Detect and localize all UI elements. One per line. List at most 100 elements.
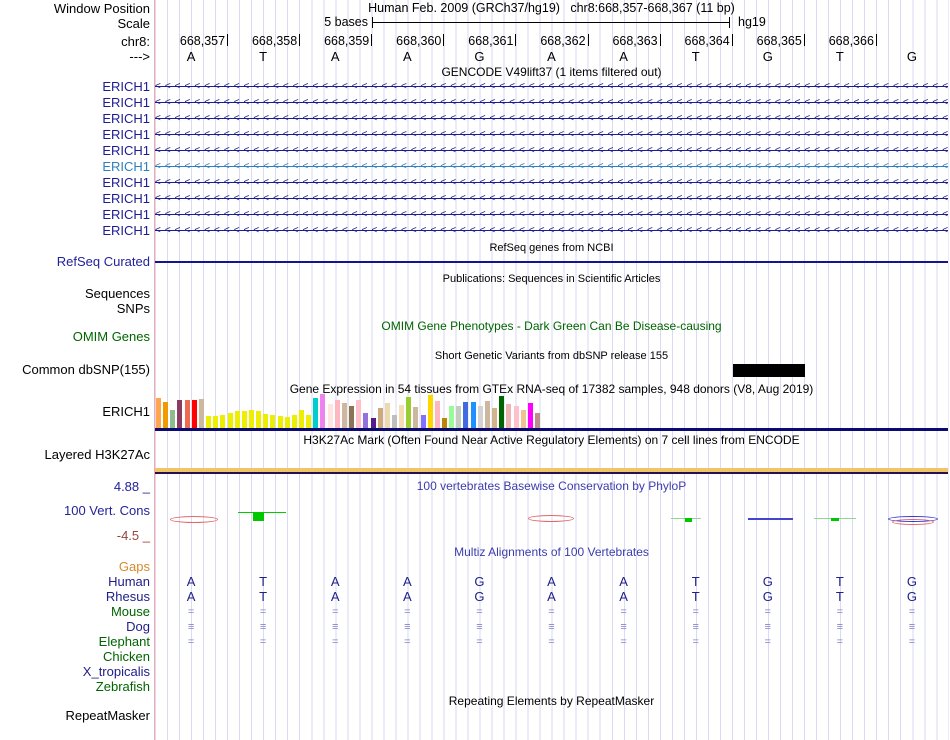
gencode-gene-label[interactable]: ERICH1 <box>0 160 150 174</box>
refseq-track-title[interactable]: RefSeq genes from NCBI <box>155 242 948 255</box>
gtex-tissue-bar <box>313 398 319 428</box>
gencode-gene-label[interactable]: ERICH1 <box>0 112 150 126</box>
gencode-gene-label[interactable]: ERICH1 <box>0 224 150 238</box>
reference-base: T <box>691 49 700 64</box>
gtex-tissue-bar <box>263 414 269 428</box>
publications-snps-label[interactable]: SNPs <box>0 302 150 316</box>
gencode-gene-transcript[interactable]: <<<<<<<<<<<<<<<<<<<<<<<<<<<<<<<<<<<<<<<<… <box>155 224 948 238</box>
gencode-gene-label[interactable]: ERICH1 <box>0 208 150 222</box>
gtex-tissue-bar <box>434 401 440 428</box>
ruler-coordinate: 668,361 <box>468 34 514 48</box>
gencode-gene-label[interactable]: ERICH1 <box>0 176 150 190</box>
gencode-gene-transcript[interactable]: <<<<<<<<<<<<<<<<<<<<<<<<<<<<<<<<<<<<<<<<… <box>155 96 948 110</box>
multiz-gap-symbol: = <box>332 636 339 648</box>
gtex-tissue-bar <box>184 400 190 428</box>
multiz-gap-symbol: = <box>548 636 555 648</box>
gencode-gene-label[interactable]: ERICH1 <box>0 128 150 142</box>
gencode-gene-label[interactable]: ERICH1 <box>0 144 150 158</box>
publications-sequences-label[interactable]: Sequences <box>0 287 150 301</box>
gtex-baseline <box>155 428 948 431</box>
h3k27ac-track-title[interactable]: H3K27Ac Mark (Often Found Near Active Re… <box>155 434 948 447</box>
gencode-gene-transcript[interactable]: <<<<<<<<<<<<<<<<<<<<<<<<<<<<<<<<<<<<<<<<… <box>155 80 948 94</box>
gtex-tissue-bar <box>356 400 362 428</box>
gencode-gene-transcript[interactable]: <<<<<<<<<<<<<<<<<<<<<<<<<<<<<<<<<<<<<<<<… <box>155 112 948 126</box>
phylop-track-title[interactable]: 100 vertebrates Basewise Conservation by… <box>155 480 948 493</box>
multiz-species-label[interactable]: Elephant <box>0 635 150 649</box>
phylop-positive-bar <box>253 512 264 521</box>
gencode-gene-transcript[interactable]: <<<<<<<<<<<<<<<<<<<<<<<<<<<<<<<<<<<<<<<<… <box>155 192 948 206</box>
repeatmasker-track-title[interactable]: Repeating Elements by RepeatMasker <box>155 695 948 708</box>
gencode-gene-label[interactable]: ERICH1 <box>0 96 150 110</box>
gtex-tissue-bar <box>413 407 419 428</box>
multiz-aligned-base: G <box>906 574 918 589</box>
multiz-gaps-label[interactable]: Gaps <box>0 560 150 574</box>
gtex-tissue-bar <box>463 402 469 428</box>
multiz-aligned-base: A <box>619 589 628 604</box>
gencode-gene-transcript[interactable]: <<<<<<<<<<<<<<<<<<<<<<<<<<<<<<<<<<<<<<<<… <box>155 208 948 222</box>
gtex-tissue-bar <box>234 411 240 428</box>
multiz-gap-symbol: = <box>908 636 916 648</box>
phylop-zero-line-segment <box>748 518 793 520</box>
gencode-gene-label[interactable]: ERICH1 <box>0 80 150 94</box>
scale-bar-left-tick <box>372 17 373 28</box>
multiz-gap-symbol: ≡ <box>404 621 411 633</box>
omim-track-title[interactable]: OMIM Gene Phenotypes - Dark Green Can Be… <box>155 320 948 333</box>
multiz-species-label[interactable]: Chicken <box>0 650 150 664</box>
multiz-species-label[interactable]: Rhesus <box>0 590 150 604</box>
gtex-tissue-bar <box>241 411 247 428</box>
gtex-tissue-bar <box>506 404 512 428</box>
multiz-species-label[interactable]: Dog <box>0 620 150 634</box>
multiz-gap-symbol: = <box>404 606 411 618</box>
multiz-gap-symbol: = <box>259 636 267 648</box>
gtex-gene-label[interactable]: ERICH1 <box>0 405 150 419</box>
gencode-gene-label[interactable]: ERICH1 <box>0 192 150 206</box>
reverse-strand-chevrons: <<<<<<<<<<<<<<<<<<<<<<<<<<<<<<<<<<<<<<<<… <box>155 145 948 156</box>
omim-genes-label[interactable]: OMIM Genes <box>0 330 150 344</box>
multiz-species-label[interactable]: X_tropicalis <box>0 665 150 679</box>
gtex-tissue-bar <box>477 406 483 428</box>
reverse-strand-chevrons: <<<<<<<<<<<<<<<<<<<<<<<<<<<<<<<<<<<<<<<<… <box>155 225 948 236</box>
gtex-tissue-bar <box>499 396 505 428</box>
gtex-tissue-bar <box>277 416 283 428</box>
gencode-gene-transcript[interactable]: <<<<<<<<<<<<<<<<<<<<<<<<<<<<<<<<<<<<<<<<… <box>155 160 948 174</box>
gtex-tissue-bar <box>520 410 526 428</box>
phylop-track-label[interactable]: 100 Vert. Cons <box>0 504 150 518</box>
refseq-curated-label[interactable]: RefSeq Curated <box>0 255 150 269</box>
multiz-aligned-base: A <box>547 574 556 589</box>
multiz-aligned-base: T <box>835 589 844 604</box>
gtex-tissue-bar <box>377 408 383 428</box>
gtex-tissue-bar <box>198 399 204 428</box>
repeatmasker-track-label[interactable]: RepeatMasker <box>0 709 150 723</box>
gencode-gene-transcript[interactable]: <<<<<<<<<<<<<<<<<<<<<<<<<<<<<<<<<<<<<<<<… <box>155 176 948 190</box>
dbsnp-track-title[interactable]: Short Genetic Variants from dbSNP releas… <box>155 350 948 363</box>
multiz-aligned-base: A <box>402 574 412 589</box>
gtex-tissue-bar <box>456 406 462 428</box>
multiz-gap-symbol: ≡ <box>548 621 555 633</box>
multiz-species-label[interactable]: Human <box>0 575 150 589</box>
gtex-tissue-bar <box>156 398 161 428</box>
gtex-tissue-bar <box>492 408 498 428</box>
multiz-aligned-base: A <box>330 589 340 604</box>
gtex-tissue-bar <box>170 410 176 428</box>
multiz-aligned-base: A <box>186 589 196 604</box>
gtex-expression-barchart[interactable] <box>155 394 948 428</box>
gencode-track-title[interactable]: GENCODE V49lift37 (1 items filtered out) <box>155 66 948 79</box>
multiz-gap-symbol: = <box>259 606 267 618</box>
gtex-tissue-bar <box>442 418 447 428</box>
multiz-gap-symbol: = <box>548 606 555 618</box>
multiz-species-label[interactable]: Mouse <box>0 605 150 619</box>
dbsnp-track-label[interactable]: Common dbSNP(155) <box>0 363 150 377</box>
gtex-tissue-bar <box>470 402 476 428</box>
h3k27ac-track-label[interactable]: Layered H3K27Ac <box>0 448 150 462</box>
multiz-species-label[interactable]: Zebrafish <box>0 680 150 694</box>
ruler-tick <box>875 34 877 46</box>
gencode-gene-transcript[interactable]: <<<<<<<<<<<<<<<<<<<<<<<<<<<<<<<<<<<<<<<<… <box>155 128 948 142</box>
dbsnp-variant-box[interactable] <box>733 364 805 377</box>
reference-base: A <box>330 49 340 64</box>
gtex-tissue-bar <box>256 411 262 428</box>
refseq-gene-line[interactable] <box>155 261 948 263</box>
multiz-track-title[interactable]: Multiz Alignments of 100 Vertebrates <box>155 546 948 559</box>
reverse-strand-chevrons: <<<<<<<<<<<<<<<<<<<<<<<<<<<<<<<<<<<<<<<<… <box>155 97 948 108</box>
publications-track-title[interactable]: Publications: Sequences in Scientific Ar… <box>155 273 948 286</box>
gencode-gene-transcript[interactable]: <<<<<<<<<<<<<<<<<<<<<<<<<<<<<<<<<<<<<<<<… <box>155 144 948 158</box>
